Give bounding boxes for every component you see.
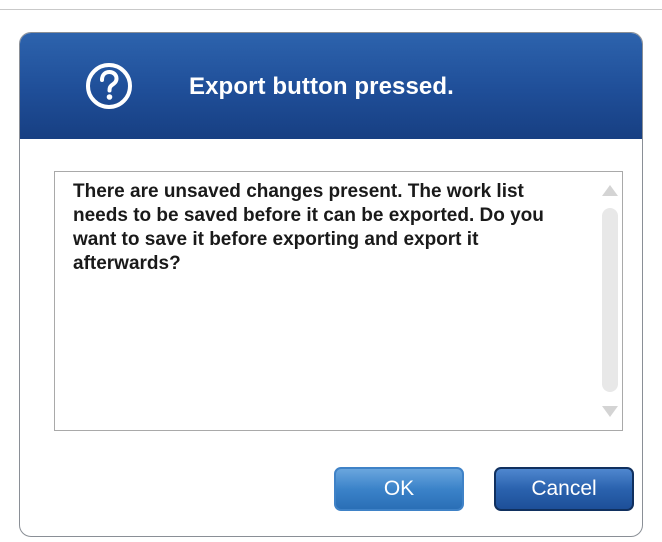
confirm-dialog: Export button pressed. There are unsaved…: [19, 32, 643, 537]
scroll-thumb[interactable]: [602, 208, 618, 392]
vertical-scrollbar[interactable]: [599, 173, 621, 429]
background-divider: [0, 0, 662, 10]
message-text-area[interactable]: There are unsaved changes present. The w…: [54, 171, 623, 431]
cancel-button[interactable]: Cancel: [494, 467, 634, 511]
ok-button[interactable]: OK: [334, 467, 464, 511]
scroll-up-icon[interactable]: [602, 185, 618, 196]
question-icon: [86, 63, 132, 109]
scroll-down-icon[interactable]: [602, 406, 618, 417]
dialog-title: Export button pressed.: [189, 73, 454, 100]
dialog-message: There are unsaved changes present. The w…: [73, 181, 544, 274]
dialog-titlebar: Export button pressed.: [20, 33, 642, 139]
